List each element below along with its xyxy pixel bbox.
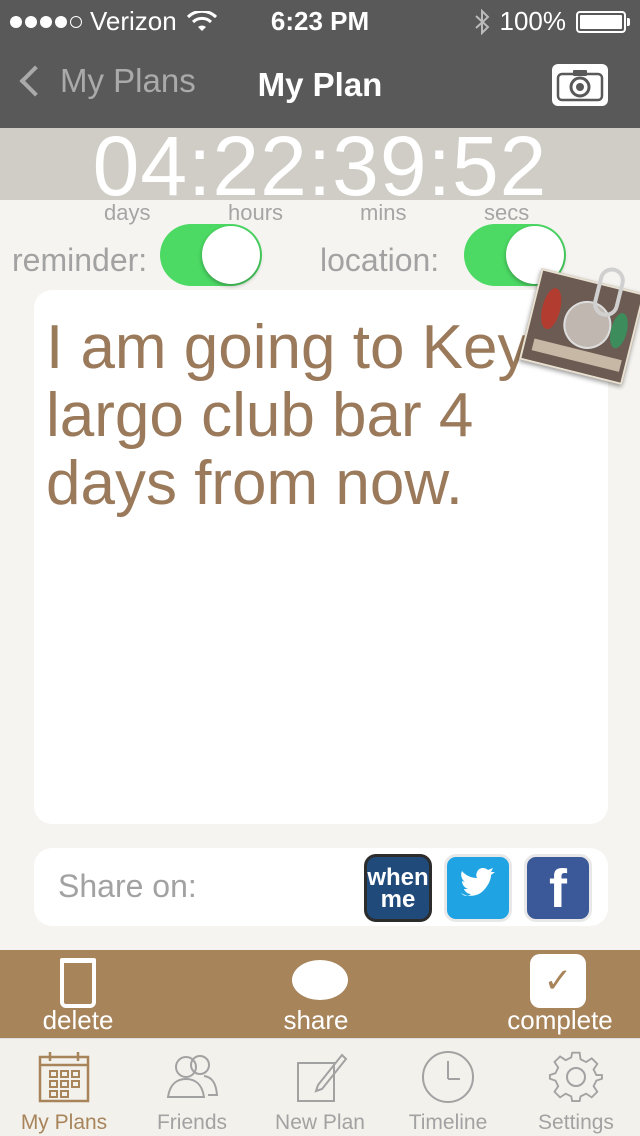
gear-icon [548,1051,603,1103]
tab-my-plans[interactable]: My Plans [0,1039,128,1136]
tab-label: Timeline [408,1111,488,1134]
navigation-bar: My Plans My Plan [0,40,640,128]
countdown-banner: 04:22:39:52 [0,124,640,208]
checkmark-icon: ✓ [530,954,586,1008]
share-twitter-button[interactable] [444,854,512,922]
friends-icon [166,1055,219,1098]
tab-label: My Plans [20,1111,108,1134]
reminder-toggle[interactable] [160,224,262,286]
complete-button[interactable]: ✓ complete [490,950,630,1038]
tab-timeline[interactable]: Timeline [384,1039,512,1136]
countdown-timer: 04:22:39:52 [92,119,548,213]
plan-text[interactable]: I am going to Key largo club bar 4 days … [46,314,546,518]
tab-friends[interactable]: Friends [128,1039,256,1136]
share-panel: Share on: when me f [34,848,608,926]
location-label: location: [320,242,440,278]
battery-percent: 100% [499,6,567,36]
tab-label: New Plan [275,1111,365,1134]
twitter-icon [461,867,495,896]
unit-hours: hours [228,200,284,225]
share-label: Share on: [58,868,197,904]
speech-bubble-icon [292,960,348,1000]
tab-new-plan[interactable]: New Plan [256,1039,384,1136]
trash-icon [60,958,96,1008]
new-plan-icon [297,1053,348,1102]
delete-button[interactable]: delete [20,950,136,1038]
tab-label: Friends [156,1111,228,1134]
tab-settings[interactable]: Settings [512,1039,640,1136]
delete-label: delete [42,1005,114,1035]
reminder-label: reminder: [12,242,148,278]
action-bar: delete share ✓ complete [0,950,640,1038]
whenme-logo: when me [367,864,429,913]
complete-label: complete [507,1005,613,1035]
unit-mins: mins [360,200,407,225]
camera-icon [556,70,604,102]
clock-icon [422,1051,474,1103]
tab-bar: My Plans Friends New Plan Timeline Setti… [0,1038,640,1136]
calendar-icon [38,1052,90,1103]
share-button[interactable]: share [256,950,376,1038]
tab-label: Settings [538,1111,614,1134]
share-action-label: share [283,1005,349,1035]
countdown-units: days hours mins secs [0,200,640,226]
plan-card[interactable]: I am going to Key largo club bar 4 days … [34,290,608,824]
share-whenme-button[interactable]: when me [364,854,432,922]
bluetooth-icon [474,8,489,35]
unit-secs: secs [484,200,530,225]
camera-button[interactable] [552,64,608,106]
chevron-left-icon [19,65,51,97]
battery-icon [576,10,630,33]
unit-days: days [104,200,151,225]
status-bar: Verizon 6:23 PM 100% [0,0,640,40]
share-pointer [298,926,334,944]
back-button-label: My Plans [60,62,196,99]
back-button[interactable]: My Plans [14,62,196,100]
share-facebook-button[interactable]: f [524,854,592,922]
facebook-icon: f [549,859,567,919]
